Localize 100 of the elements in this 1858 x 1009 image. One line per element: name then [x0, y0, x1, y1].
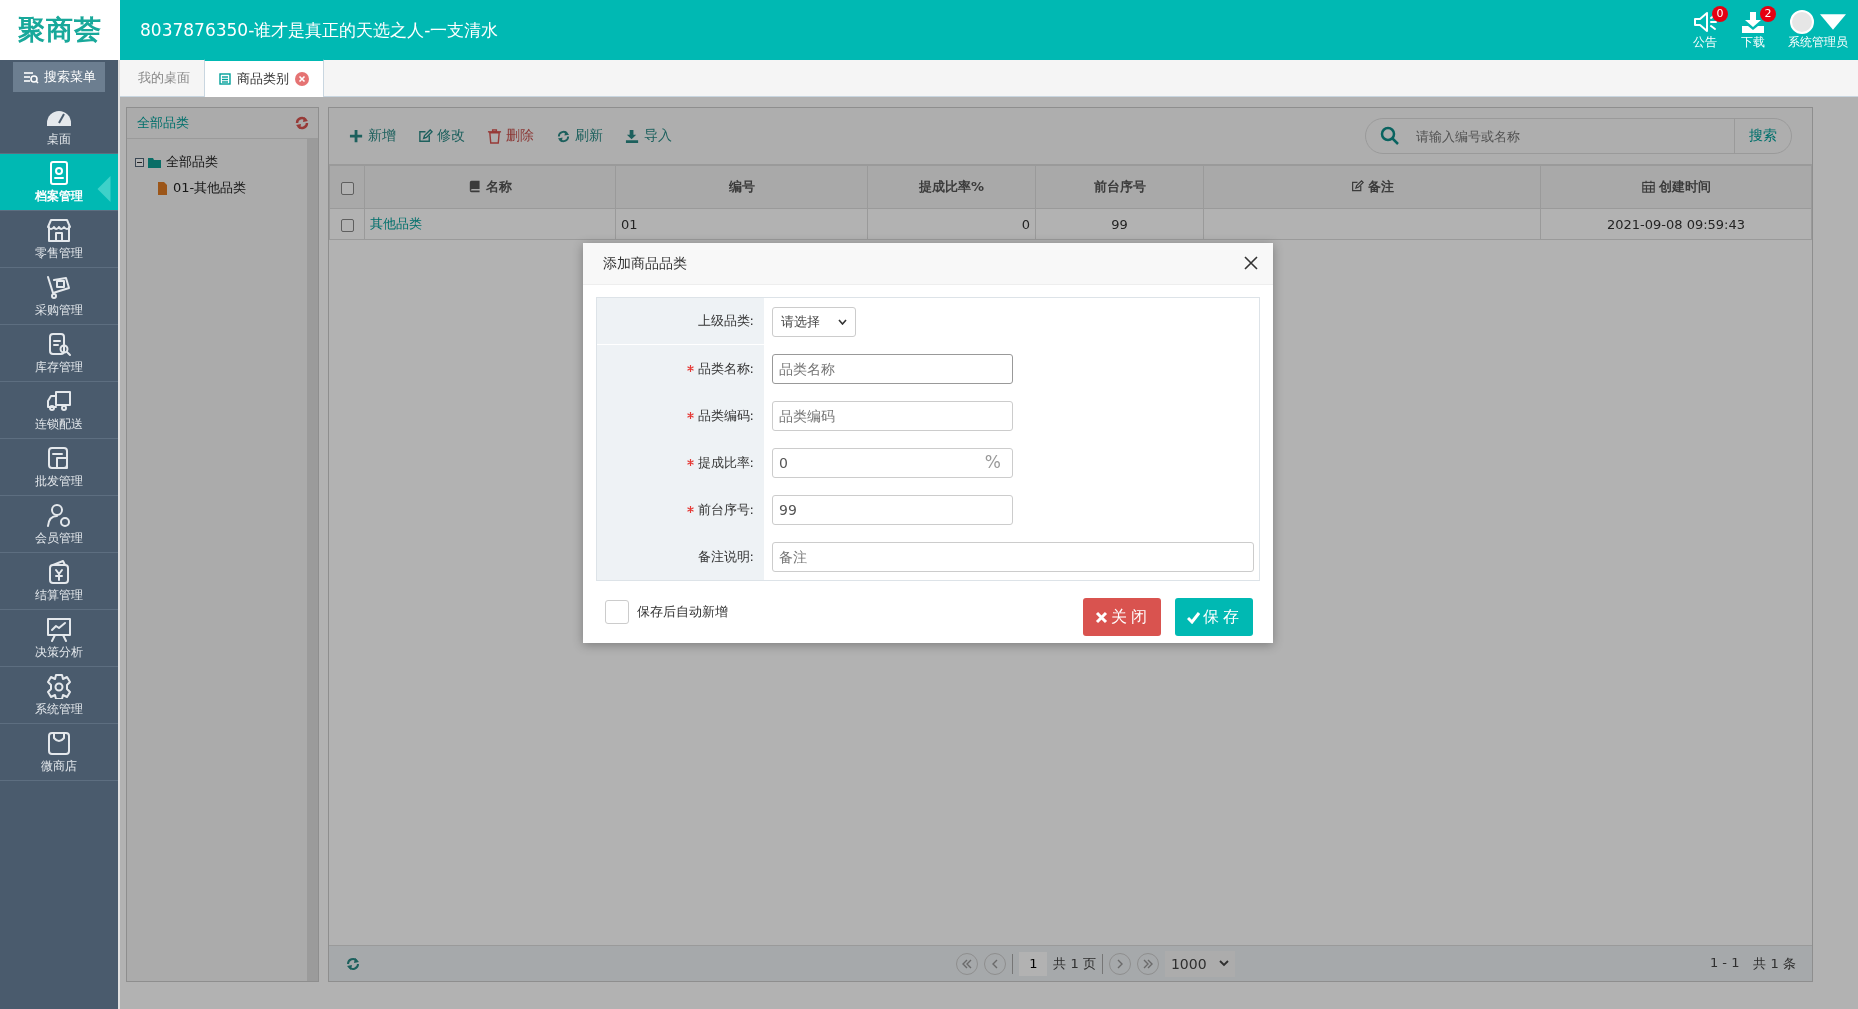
sidebar-item[interactable]: 系统管理 [0, 667, 118, 724]
name-link[interactable]: 其他品类 [364, 208, 616, 240]
chevron-down-icon [1218, 960, 1229, 967]
megaphone-icon [1692, 9, 1718, 34]
required-mark-icon [686, 412, 694, 419]
trash-icon [487, 128, 502, 144]
tree-title: 全部品类 [137, 114, 189, 132]
sidebar-item[interactable]: 连锁配送 [0, 382, 118, 439]
count-badge: 0 [1712, 5, 1728, 22]
avatar [1790, 9, 1814, 34]
first-page-icon [962, 958, 973, 969]
tree-node[interactable]: 全部品类 [135, 149, 299, 175]
input-field[interactable]: 99 [772, 494, 1013, 525]
save-button[interactable]: 保存 [1175, 598, 1253, 636]
required-mark-icon [686, 459, 694, 466]
book-icon [468, 180, 482, 194]
input-field[interactable]: 品类名称 [772, 353, 1013, 384]
page-size-select[interactable]: 1000 [1164, 950, 1235, 977]
tab[interactable]: 我的桌面 [124, 60, 204, 96]
tree-node[interactable]: 01-其他品类 [135, 175, 299, 201]
table-cell: 0 [867, 208, 1036, 240]
column-header[interactable]: 编号 [615, 165, 868, 209]
required-mark-icon [686, 365, 694, 372]
last-page-icon [1142, 958, 1153, 969]
column-header[interactable]: 名称 [364, 165, 616, 209]
column-header[interactable]: 创建时间 [1540, 165, 1812, 209]
toolbar-button[interactable]: 修改 [418, 127, 465, 145]
toolbar-button[interactable]: 删除 [487, 127, 534, 145]
close-button[interactable]: 关闭 [1083, 598, 1161, 636]
close-icon [1244, 255, 1258, 270]
record-total: 共 1 条 [1753, 954, 1796, 973]
form-label: 提成比率: [597, 439, 764, 486]
search-button[interactable]: 搜索 [1734, 119, 1791, 153]
file-icon [155, 181, 169, 195]
search-list-icon [22, 70, 39, 84]
record-range: 1 - 1 [1709, 954, 1740, 972]
form-label: 品类名称: [597, 345, 764, 392]
presentation-chart-icon [45, 615, 73, 642]
table-cell: 99 [1035, 208, 1204, 240]
list-icon [219, 73, 231, 85]
sidebar-item[interactable]: 批发管理 [0, 439, 118, 496]
table-cell: 01 [615, 208, 868, 240]
pencil-icon [418, 128, 433, 144]
storefront-icon [45, 216, 73, 243]
page-input[interactable]: 1 [1019, 951, 1048, 976]
input-field[interactable]: 备注 [772, 541, 1254, 572]
count-badge: 2 [1760, 5, 1776, 22]
form-label: 上级品类: [597, 298, 764, 344]
check-icon [1187, 610, 1200, 624]
toolbar-button[interactable]: 新增 [349, 127, 396, 145]
pencil-icon [1350, 180, 1364, 194]
sidebar-item[interactable]: 库存管理 [0, 325, 118, 382]
form-label: 备注说明: [597, 533, 764, 580]
sidebar-item[interactable]: 决策分析 [0, 610, 118, 667]
upload-tray-icon [625, 128, 640, 144]
chevron-down-icon [838, 318, 847, 325]
toolbar-button[interactable]: 导入 [625, 127, 672, 145]
refresh-icon [294, 115, 310, 131]
sidebar-item[interactable]: 结算管理 [0, 553, 118, 610]
form-label: 前台序号: [597, 486, 764, 533]
store-title: 8037876350-谁才是真正的天选之人-一支清水 [140, 18, 500, 42]
select-all-checkbox[interactable] [340, 181, 354, 195]
scrollbar[interactable] [307, 139, 318, 981]
sidebar-item[interactable]: 零售管理 [0, 211, 118, 268]
user-menu[interactable]: 系统管理员 [1788, 9, 1848, 51]
bag-icon [45, 729, 73, 756]
search-field[interactable]: 请输入编号或名称 搜索 [1365, 118, 1792, 154]
logo: 聚商荟 [0, 0, 120, 60]
close-button[interactable] [1243, 255, 1259, 272]
sidebar-item[interactable]: 采购管理 [0, 268, 118, 325]
percent-suffix: % [984, 451, 1001, 472]
refresh-icon [345, 955, 361, 972]
form-label: 品类编码: [597, 392, 764, 439]
search-menu-button[interactable]: 搜索菜单 [13, 62, 105, 92]
input-field[interactable]: 品类编码 [772, 400, 1013, 431]
column-header[interactable]: 提成比率% [867, 165, 1036, 209]
plus-icon [349, 128, 364, 144]
table-cell: 2021-09-08 09:59:43 [1540, 208, 1812, 240]
close-icon [1095, 610, 1108, 624]
close-icon [295, 72, 309, 86]
refresh-icon [556, 128, 571, 144]
settings-icon [45, 672, 73, 699]
download-icon [1740, 9, 1766, 34]
folder-icon [148, 155, 162, 169]
column-header[interactable]: 前台序号 [1035, 165, 1204, 209]
sidebar-item[interactable]: 微商店 [0, 724, 118, 781]
checkbox[interactable] [605, 600, 629, 624]
search-icon [1380, 126, 1400, 146]
row-checkbox[interactable] [340, 218, 354, 232]
checkbox-label: 保存后自动新增 [637, 603, 728, 621]
trolley-icon [45, 273, 73, 300]
tab[interactable]: 商品类别 [204, 59, 324, 97]
toolbar-button[interactable]: 刷新 [556, 127, 603, 145]
dialog-title: 添加商品品类 [603, 254, 687, 273]
sidebar-item[interactable]: 档案管理 [0, 154, 118, 211]
person-icon [45, 501, 73, 528]
select-field[interactable]: 请选择 [772, 306, 856, 337]
column-header[interactable]: 备注 [1203, 165, 1541, 209]
sidebar-item[interactable]: 会员管理 [0, 496, 118, 553]
required-mark-icon [686, 506, 694, 513]
